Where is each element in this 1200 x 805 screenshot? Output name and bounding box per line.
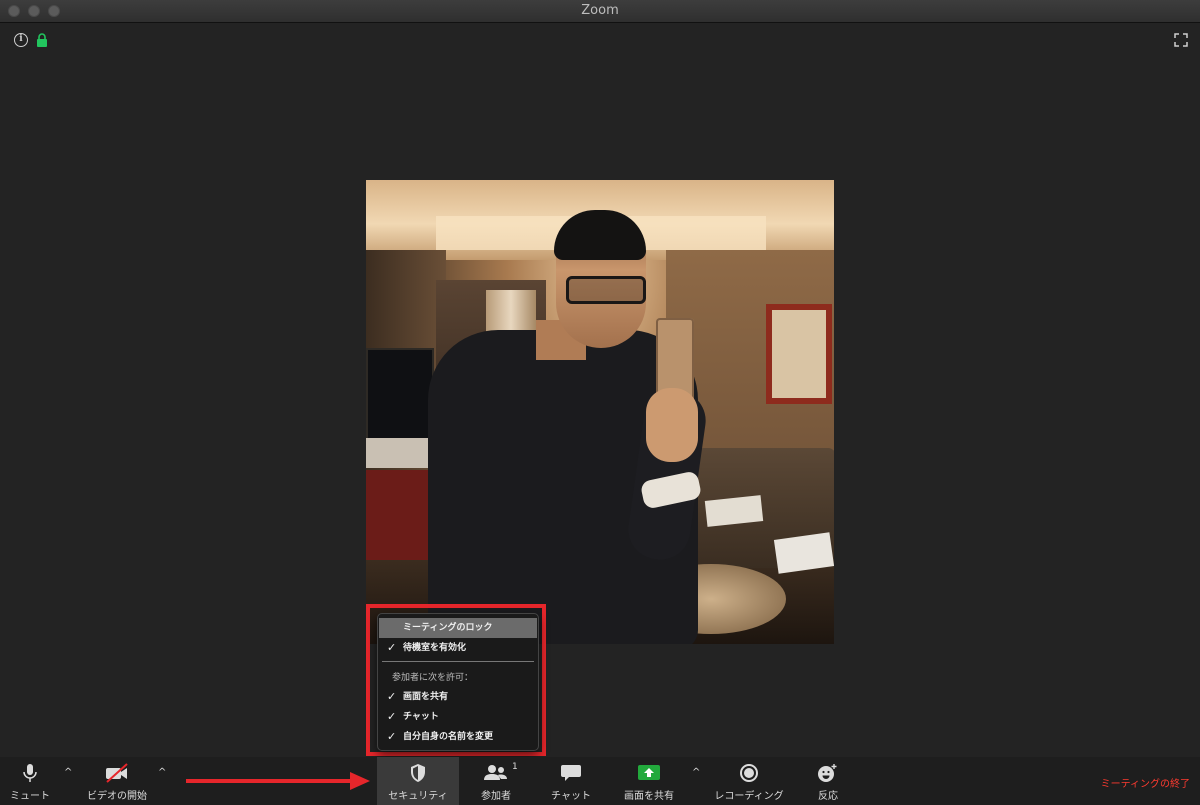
menu-allow-share-screen[interactable]: ✓ 画面を共有 <box>379 687 537 707</box>
video-camera-off-icon <box>106 763 128 783</box>
end-meeting-button[interactable]: ミーティングの終了 <box>1101 775 1190 790</box>
emoji-add-icon <box>818 764 837 782</box>
check-icon: ✓ <box>387 641 397 654</box>
menu-divider <box>382 661 534 662</box>
security-menu: ミーティングのロック ✓ 待機室を有効化 参加者に次を許可： ✓ 画面を共有 ✓… <box>377 613 539 751</box>
share-screen-button[interactable]: 画面を共有 <box>614 757 684 805</box>
share-screen-icon <box>638 765 660 780</box>
share-options-caret[interactable]: ^ <box>692 767 700 778</box>
microphone-icon <box>23 764 37 782</box>
annotation-arrow-head <box>350 772 370 790</box>
meeting-info-icon[interactable]: i <box>14 33 28 47</box>
check-icon: ✓ <box>387 710 397 723</box>
chat-bubble-icon <box>561 765 581 781</box>
audio-options-caret[interactable]: ^ <box>64 767 72 778</box>
reactions-button[interactable]: 反応 <box>806 757 850 805</box>
security-button[interactable]: セキュリティ <box>377 757 459 805</box>
fullscreen-icon[interactable] <box>1174 33 1188 47</box>
menu-allow-chat[interactable]: ✓ チャット <box>379 707 537 727</box>
start-video-button[interactable]: ビデオの開始 <box>78 757 156 805</box>
encryption-lock-icon[interactable] <box>36 33 48 47</box>
mute-button[interactable]: ミュート <box>2 757 58 805</box>
menu-enable-waiting-room[interactable]: ✓ 待機室を有効化 <box>379 638 537 658</box>
shield-icon <box>411 764 425 782</box>
check-icon: ✓ <box>387 730 397 743</box>
participant-video <box>366 180 834 644</box>
chat-button[interactable]: チャット <box>542 757 600 805</box>
menu-lock-meeting[interactable]: ミーティングのロック <box>379 618 537 638</box>
video-options-caret[interactable]: ^ <box>158 767 166 778</box>
menu-allow-rename[interactable]: ✓ 自分自身の名前を変更 <box>379 727 537 747</box>
record-icon <box>740 764 758 782</box>
window-title: Zoom <box>581 3 619 18</box>
recording-button[interactable]: レコーディング <box>706 757 792 805</box>
participants-button[interactable]: 1 参加者 <box>466 757 526 805</box>
meeting-toolbar: ミュート ^ ビデオの開始 ^ セキュリティ 1 参加者 チャット 画面を共有 … <box>0 757 1200 805</box>
participants-icon <box>484 765 507 780</box>
check-icon: ✓ <box>387 690 397 703</box>
annotation-arrow-line <box>186 779 352 783</box>
participants-count: 1 <box>512 762 518 772</box>
window-titlebar: Zoom <box>0 0 1200 23</box>
menu-allow-header: 参加者に次を許可： <box>392 673 474 683</box>
